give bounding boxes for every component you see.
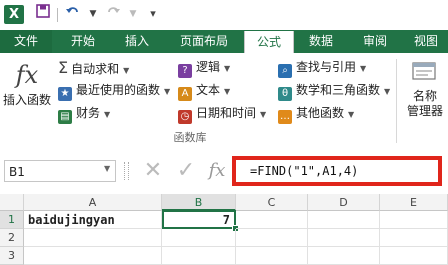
- select-all-corner[interactable]: [0, 194, 24, 211]
- text-a-icon: A: [178, 87, 192, 101]
- row-header-1[interactable]: 1: [0, 211, 24, 229]
- chevron-down-icon: ▼: [224, 64, 231, 73]
- more-functions-label: 其他函数: [296, 106, 345, 120]
- cell-c2[interactable]: [236, 229, 308, 247]
- ribbon-tab-bar: 文件 开始 插入 页面布局 公式 数据 审阅 视图: [0, 30, 448, 53]
- name-manager-label-1: 名称: [412, 89, 437, 103]
- row-header-2[interactable]: 2: [0, 229, 24, 247]
- tab-view[interactable]: 视图: [404, 30, 448, 53]
- chevron-down-icon: ▼: [224, 87, 231, 96]
- autosum-button[interactable]: Σ 自动求和 ▼: [58, 58, 129, 77]
- financial-button[interactable]: ▤ 财务 ▼: [58, 104, 111, 124]
- redo-dropdown-icon[interactable]: ▼: [122, 4, 144, 24]
- column-header-d[interactable]: D: [308, 194, 380, 211]
- quick-access-toolbar: X ▼ ▼ ▾: [0, 0, 448, 30]
- clock-icon: ◷: [178, 110, 192, 124]
- insert-function-button[interactable]: fx 插入函数: [2, 59, 52, 119]
- book-icon: ▤: [58, 110, 72, 124]
- function-library-label: 函数库: [173, 131, 207, 144]
- recently-used-button[interactable]: ★ 最近使用的函数 ▼: [58, 81, 171, 101]
- chevron-down-icon: ▼: [260, 110, 267, 119]
- undo-icon[interactable]: [62, 4, 84, 24]
- formula-divider: [124, 162, 129, 180]
- chevron-down-icon: ▼: [104, 110, 111, 119]
- cell-e2[interactable]: [380, 229, 448, 247]
- fx-icon: fx: [15, 61, 39, 89]
- enter-icon[interactable]: ✓: [173, 160, 199, 182]
- cell-d3[interactable]: [308, 247, 380, 265]
- cell-c3[interactable]: [236, 247, 308, 265]
- column-header-a[interactable]: A: [24, 194, 162, 211]
- question-icon: ?: [178, 64, 192, 78]
- more-functions-button[interactable]: … 其他函数 ▼: [278, 104, 355, 124]
- undo-dropdown-icon[interactable]: ▼: [82, 4, 104, 24]
- redo-icon[interactable]: [102, 4, 124, 24]
- theta-icon: θ: [278, 87, 292, 101]
- tab-file[interactable]: 文件: [0, 30, 52, 53]
- text-button[interactable]: A 文本 ▼: [178, 81, 231, 101]
- name-manager-label-2: 管理器: [406, 104, 443, 118]
- column-header-e[interactable]: E: [380, 194, 448, 211]
- name-box[interactable]: B1: [4, 160, 116, 182]
- cell-a1[interactable]: baidujingyan: [24, 211, 162, 229]
- chevron-down-icon: ▼: [360, 64, 367, 73]
- cell-e3[interactable]: [380, 247, 448, 265]
- row-header-3[interactable]: 3: [0, 247, 24, 265]
- datetime-button[interactable]: ◷ 日期和时间 ▼: [178, 104, 267, 124]
- customize-toolbar-icon[interactable]: ▾: [142, 4, 164, 24]
- sigma-icon: Σ: [58, 58, 69, 77]
- cell-d1[interactable]: [308, 211, 380, 229]
- ellipsis-icon: …: [278, 110, 292, 124]
- tab-page-layout[interactable]: 页面布局: [170, 30, 238, 53]
- tab-data[interactable]: 数据: [298, 30, 344, 53]
- tab-review[interactable]: 审阅: [352, 30, 398, 53]
- formula-bar: B1 ▼ ✕ ✓ fx =FIND("1",A1,4): [0, 150, 448, 195]
- lookup-reference-button[interactable]: ⌕ 查找与引用 ▼: [278, 58, 367, 78]
- financial-label: 财务: [76, 106, 101, 120]
- cancel-icon[interactable]: ✕: [140, 160, 166, 182]
- datetime-label: 日期和时间: [196, 106, 257, 120]
- logical-label: 逻辑: [196, 60, 221, 74]
- chevron-down-icon: ▼: [164, 87, 171, 96]
- worksheet-grid: A B C D E 1 2 3 baidujingyan 7: [0, 194, 448, 265]
- cell-a3[interactable]: [24, 247, 162, 265]
- cell-c1[interactable]: [236, 211, 308, 229]
- cell-d2[interactable]: [308, 229, 380, 247]
- tab-insert[interactable]: 插入: [112, 30, 162, 53]
- cell-e1[interactable]: [380, 211, 448, 229]
- star-icon: ★: [58, 87, 72, 101]
- magnifier-icon: ⌕: [278, 64, 292, 78]
- recently-used-label: 最近使用的函数: [76, 83, 161, 97]
- name-manager-button[interactable]: 名称 管理器: [402, 59, 448, 125]
- toolbar-divider: [57, 8, 58, 22]
- cell-b3[interactable]: [162, 247, 236, 265]
- cell-a2[interactable]: [24, 229, 162, 247]
- lookup-label: 查找与引用: [296, 60, 357, 74]
- text-label: 文本: [196, 83, 221, 97]
- logical-button[interactable]: ? 逻辑 ▼: [178, 58, 231, 78]
- formula-input[interactable]: =FIND("1",A1,4): [232, 156, 442, 186]
- chevron-down-icon: ▼: [348, 110, 355, 119]
- group-divider: [396, 59, 397, 143]
- save-icon[interactable]: [32, 4, 54, 24]
- name-box-dropdown-icon[interactable]: ▼: [104, 164, 110, 173]
- cell-b1[interactable]: 7: [162, 210, 236, 229]
- autosum-label: 自动求和: [71, 62, 120, 76]
- tab-formulas[interactable]: 公式: [244, 31, 294, 53]
- formulas-ribbon: fx 插入函数 Σ 自动求和 ▼ ★ 最近使用的函数 ▼ ▤ 财务 ▼ ? 逻辑 ▼ A 文本 ▼ …: [0, 53, 448, 151]
- name-manager-icon: [402, 59, 448, 89]
- cell-b2[interactable]: [162, 229, 236, 247]
- column-header-b[interactable]: B: [162, 194, 236, 211]
- insert-function-label: 插入函数: [2, 93, 51, 107]
- math-trig-button[interactable]: θ 数学和三角函数 ▼: [278, 81, 391, 101]
- column-header-c[interactable]: C: [236, 194, 308, 211]
- tab-home[interactable]: 开始: [58, 30, 108, 53]
- excel-logo-icon: X: [4, 5, 24, 24]
- chevron-down-icon: ▼: [384, 87, 391, 96]
- chevron-down-icon: ▼: [123, 66, 130, 75]
- math-label: 数学和三角函数: [296, 83, 381, 97]
- insert-function-icon[interactable]: fx: [204, 160, 230, 182]
